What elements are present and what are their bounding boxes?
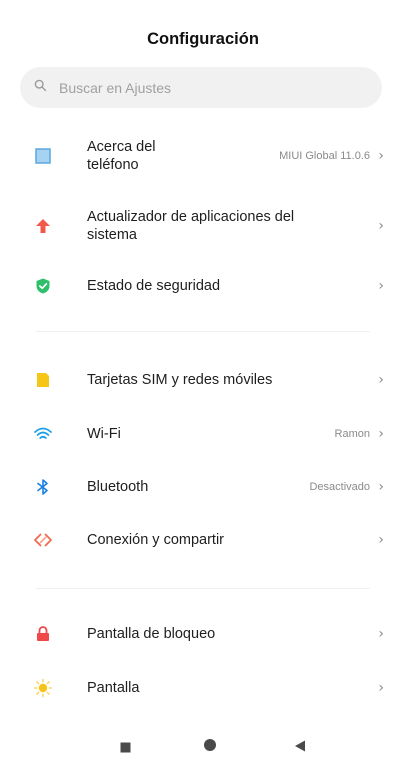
chevron-right-icon: ›	[378, 218, 384, 234]
section-divider	[36, 588, 370, 589]
search-input[interactable]	[57, 78, 361, 97]
settings-item-sim-cards[interactable]: Tarjetas SIM y redes móviles ›	[0, 368, 406, 392]
bluetooth-icon	[32, 476, 54, 498]
chevron-right-icon: ›	[378, 626, 384, 642]
chevron-right-icon: ›	[378, 532, 384, 548]
settings-item-label: Tarjetas SIM y redes móviles	[87, 372, 273, 388]
settings-item-connection-sharing[interactable]: Conexión y compartir ›	[0, 528, 406, 552]
phone-icon	[32, 145, 54, 167]
settings-item-value: Desactivado	[309, 481, 370, 493]
settings-item-bluetooth[interactable]: Bluetooth Desactivado ›	[0, 475, 406, 499]
settings-item-label: Bluetooth	[87, 479, 149, 495]
sim-card-icon	[32, 369, 54, 391]
navigation-bar	[0, 730, 406, 753]
settings-item-display[interactable]: Pantalla ›	[0, 676, 406, 700]
page-title: Configuración	[147, 30, 259, 48]
settings-item-security-status[interactable]: Estado de seguridad ›	[0, 274, 406, 298]
chevron-right-icon: ›	[378, 426, 384, 442]
recent-apps-icon[interactable]	[120, 740, 131, 758]
settings-item-label: Pantalla	[87, 680, 140, 696]
sun-icon	[32, 677, 54, 699]
settings-item-about-phone[interactable]: Acerca del teléfono MIUI Global 11.0.6 ›	[0, 136, 406, 176]
settings-item-lock-screen[interactable]: Pantalla de bloqueo ›	[0, 622, 406, 646]
settings-item-value: Ramon	[334, 428, 370, 440]
chevron-right-icon: ›	[378, 372, 384, 388]
chevron-right-icon: ›	[378, 479, 384, 495]
settings-item-label: Conexión y compartir	[87, 532, 224, 548]
shield-check-icon	[32, 275, 54, 297]
search-icon	[34, 79, 47, 97]
section-divider	[36, 331, 370, 332]
chevron-right-icon: ›	[378, 148, 384, 164]
back-icon[interactable]	[294, 739, 306, 757]
settings-item-label: Actualizador de aplicaciones del sistema	[87, 209, 295, 243]
wifi-icon	[32, 423, 54, 445]
home-icon[interactable]	[203, 738, 217, 757]
settings-item-label: Pantalla de bloqueo	[87, 626, 216, 642]
chevron-right-icon: ›	[378, 278, 384, 294]
lock-icon	[32, 623, 54, 645]
settings-item-value: MIUI Global 11.0.6	[279, 150, 370, 162]
update-arrow-icon	[32, 215, 54, 237]
chevron-right-icon: ›	[378, 680, 384, 696]
search-bar[interactable]	[20, 67, 382, 108]
settings-item-system-app-updater[interactable]: Actualizador de aplicaciones del sistema…	[0, 206, 406, 246]
settings-item-label: Acerca del teléfono	[87, 139, 156, 173]
settings-item-label: Estado de seguridad	[87, 278, 221, 294]
settings-item-wifi[interactable]: Wi-Fi Ramon ›	[0, 422, 406, 446]
settings-item-label: Wi-Fi	[87, 426, 121, 442]
connection-share-icon	[32, 529, 54, 551]
